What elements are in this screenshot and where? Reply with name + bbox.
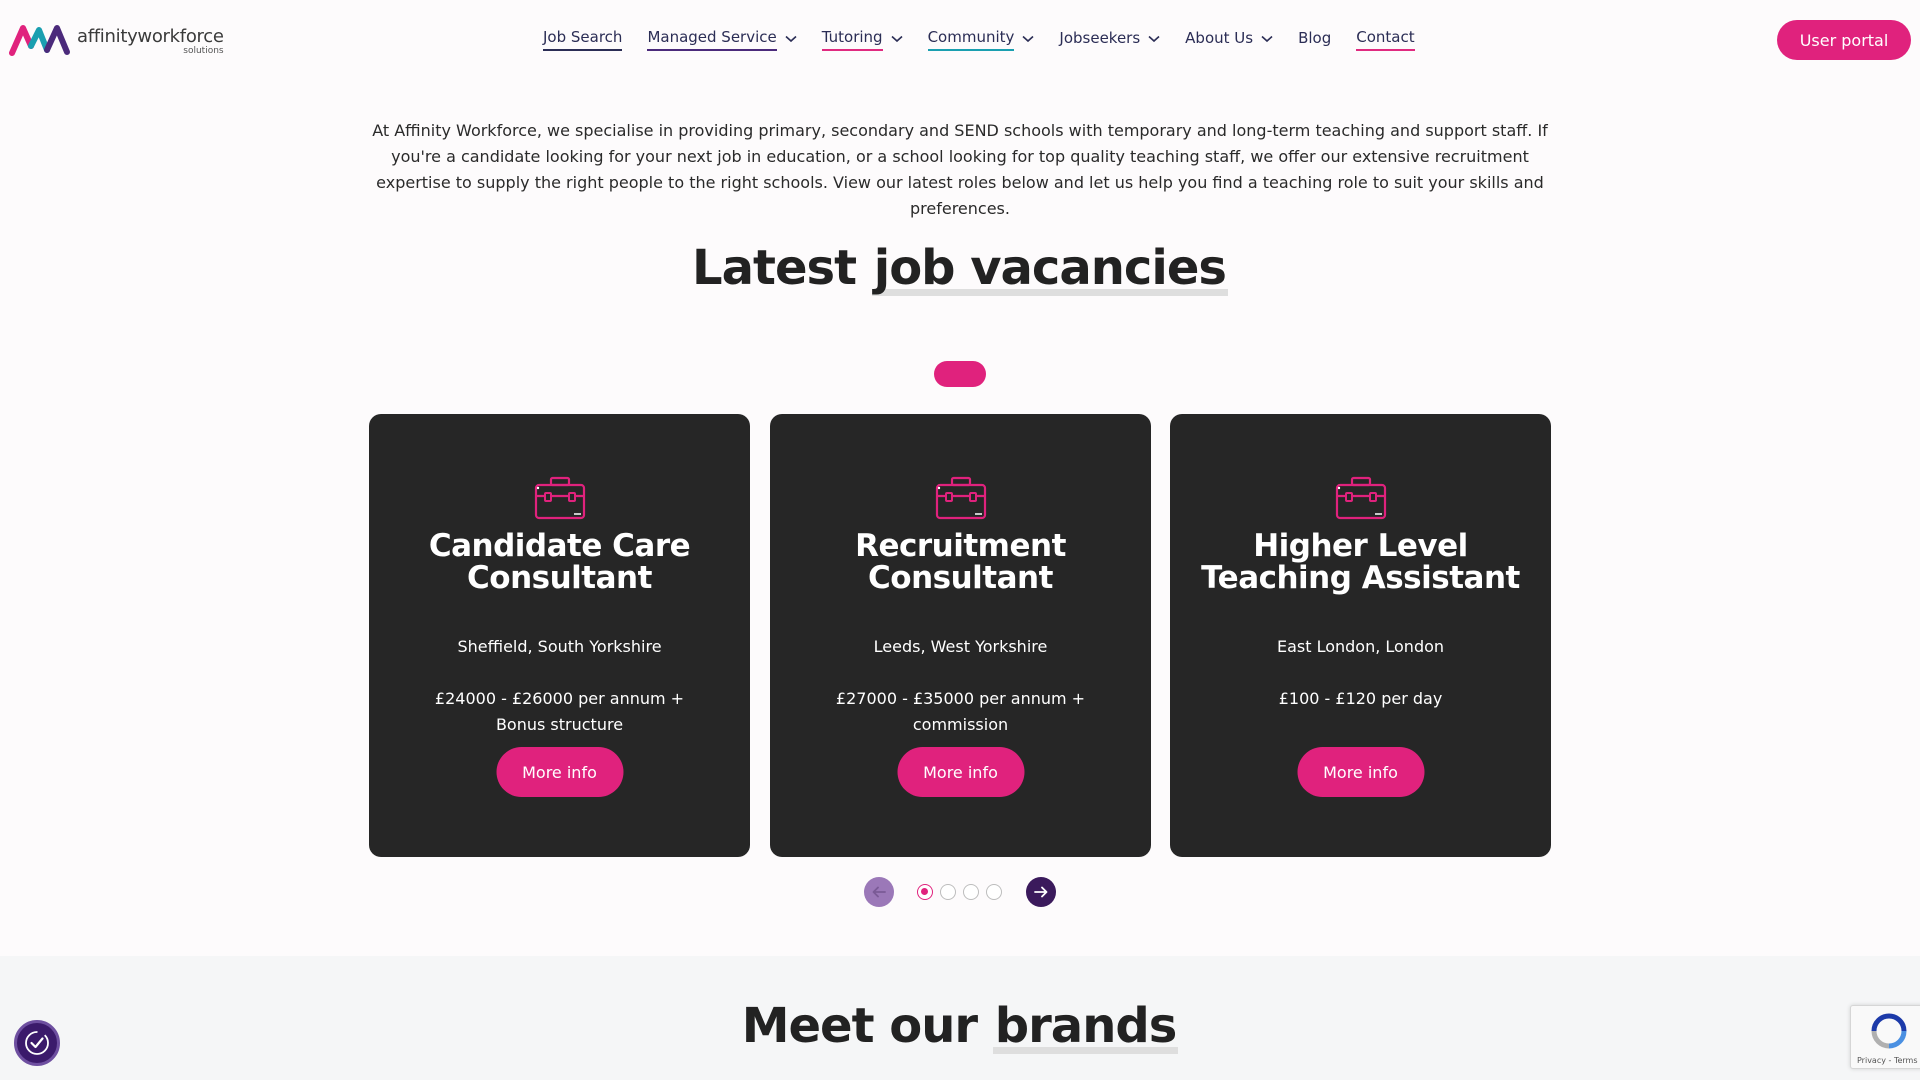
accessibility-widget-button[interactable] xyxy=(14,1020,60,1066)
more-info-button[interactable]: More info xyxy=(897,747,1024,797)
nav-jobseekers[interactable]: Jobseekers xyxy=(1059,29,1160,50)
nav-label: Blog xyxy=(1298,29,1332,47)
nav-tutoring[interactable]: Tutoring xyxy=(821,28,903,51)
job-title: Higher Level Teaching Assistant xyxy=(1201,528,1520,596)
recaptcha-links[interactable]: Privacy - Terms xyxy=(1857,1056,1918,1065)
nav-contact[interactable]: Contact xyxy=(1356,28,1415,51)
nav-community[interactable]: Community xyxy=(927,28,1035,51)
job-location: Sheffield, South Yorkshire xyxy=(457,637,662,656)
brands-heading: Meet our brands xyxy=(0,998,1920,1054)
briefcase-icon xyxy=(935,476,986,520)
vacancies-heading: Latest job vacancies xyxy=(0,240,1920,296)
carousel-dot-1[interactable] xyxy=(917,884,933,900)
main-nav: Job Search Managed Service Tutoring Comm… xyxy=(543,28,1440,51)
briefcase-icon xyxy=(1335,476,1386,520)
arrow-right-icon xyxy=(1034,886,1048,898)
job-card: Higher Level Teaching Assistant East Lon… xyxy=(1170,414,1551,857)
job-title: Recruitment Consultant xyxy=(855,528,1066,596)
carousel-dot-2[interactable] xyxy=(940,884,956,900)
intro-paragraph: At Affinity Workforce, we specialise in … xyxy=(372,121,1548,218)
nav-about-us[interactable]: About Us xyxy=(1185,29,1273,50)
job-location: Leeds, West Yorkshire xyxy=(873,637,1048,656)
arrow-left-icon xyxy=(872,886,886,898)
user-portal-button[interactable]: User portal xyxy=(1777,20,1911,60)
nav-job-search[interactable]: Job Search xyxy=(543,28,623,51)
site-header: affinityworkforce solutions Job Search M… xyxy=(0,0,1920,78)
briefcase-icon xyxy=(534,476,585,520)
nav-label: Managed Service xyxy=(647,28,777,51)
affinity-logo-icon xyxy=(9,25,70,56)
more-info-button[interactable]: More info xyxy=(1297,747,1424,797)
chevron-down-icon xyxy=(891,35,903,42)
logo-wordmark: affinityworkforce xyxy=(77,26,224,47)
site-logo[interactable]: affinityworkforce solutions xyxy=(9,22,224,56)
section-pill-decoration xyxy=(934,361,986,387)
heading-text: Meet our xyxy=(741,998,993,1054)
chevron-down-icon xyxy=(1022,35,1034,42)
nav-label: Jobseekers xyxy=(1059,29,1141,47)
nav-label: Contact xyxy=(1356,28,1415,51)
heading-highlight: brands xyxy=(992,998,1179,1054)
recaptcha-badge[interactable]: Privacy - Terms xyxy=(1850,1005,1920,1069)
carousel-next-button[interactable] xyxy=(1026,877,1056,907)
heading-text: Latest xyxy=(692,240,872,296)
job-salary: £24000 - £26000 per annum + Bonus struct… xyxy=(434,689,685,734)
chevron-down-icon xyxy=(1261,35,1273,42)
chevron-down-icon xyxy=(1148,35,1160,42)
job-title: Candidate Care Consultant xyxy=(428,528,691,596)
nav-label: Tutoring xyxy=(821,28,883,51)
job-card: Recruitment Consultant Leeds, West Yorks… xyxy=(770,414,1151,857)
carousel-dot-4[interactable] xyxy=(986,884,1002,900)
job-salary: £27000 - £35000 per annum + commission xyxy=(835,689,1086,734)
carousel-prev-button[interactable] xyxy=(864,877,894,907)
nav-label: Community xyxy=(927,28,1015,51)
job-card: Candidate Care Consultant Sheffield, Sou… xyxy=(369,414,750,857)
carousel-dot-3[interactable] xyxy=(963,884,979,900)
job-salary: £100 - £120 per day xyxy=(1278,689,1443,708)
heading-highlight: job vacancies xyxy=(871,240,1228,296)
accessibility-icon xyxy=(25,1031,49,1055)
nav-label: About Us xyxy=(1185,29,1254,47)
chevron-down-icon xyxy=(785,35,797,42)
more-info-button[interactable]: More info xyxy=(496,747,623,797)
logo-subtitle: solutions xyxy=(183,46,224,56)
recaptcha-icon xyxy=(1871,1013,1907,1049)
nav-managed-service[interactable]: Managed Service xyxy=(647,28,797,51)
nav-blog[interactable]: Blog xyxy=(1298,29,1331,50)
nav-label: Job Search xyxy=(543,28,623,51)
job-location: East London, London xyxy=(1276,637,1445,656)
